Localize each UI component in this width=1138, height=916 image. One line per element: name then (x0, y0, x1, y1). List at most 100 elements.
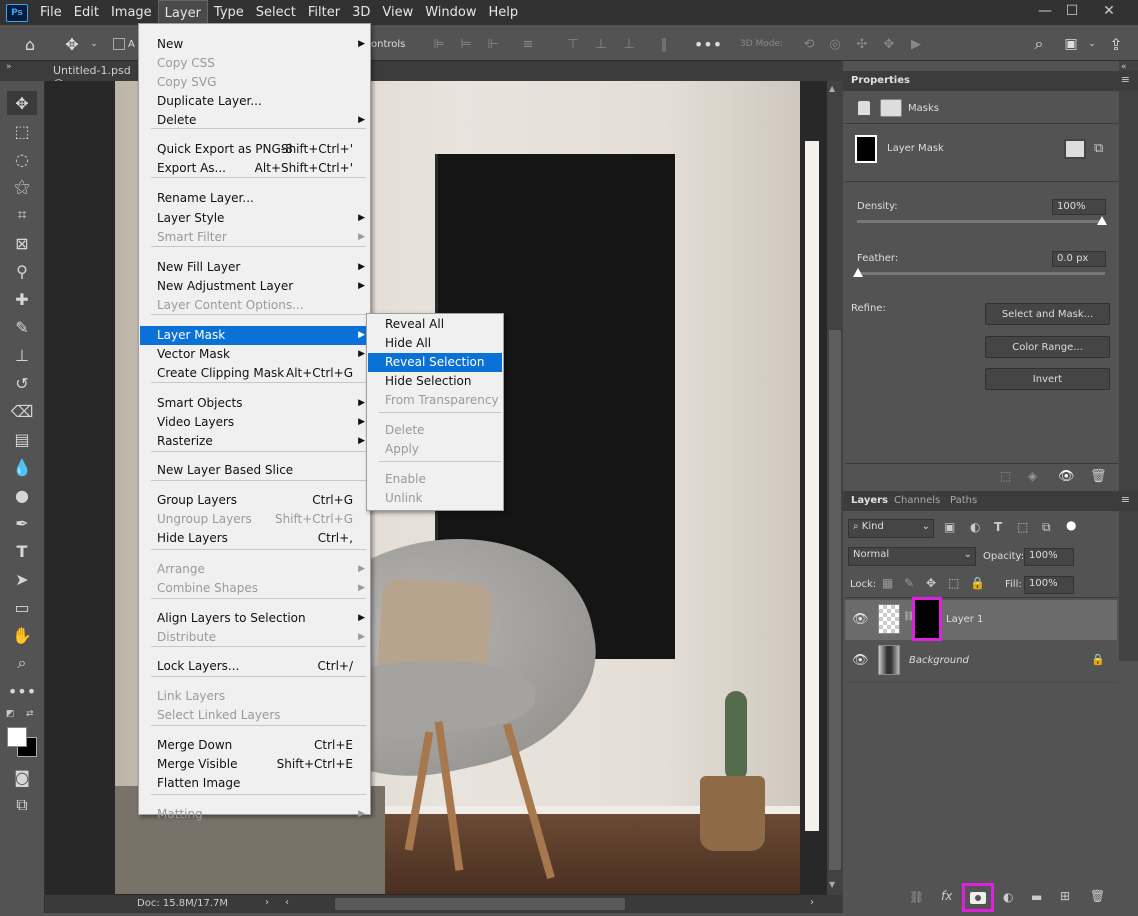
scroll-left-icon[interactable]: ‹ (285, 897, 289, 908)
menu-edit[interactable]: Edit (68, 0, 105, 25)
menu-type[interactable]: Type (208, 0, 250, 25)
align-right-icon[interactable]: ⊩ (484, 32, 502, 56)
align-bottom-icon[interactable]: ⊥ (620, 32, 638, 56)
tab-paths[interactable]: Paths (950, 495, 977, 506)
path-select-icon[interactable]: ➤ (7, 567, 37, 591)
feather-slider-handle[interactable] (853, 268, 863, 277)
layers-panel-menu-icon[interactable]: ≡ (1121, 493, 1130, 506)
menu-item-rename-layer[interactable]: Rename Layer... (140, 189, 371, 208)
add-layer-mask-button[interactable] (962, 883, 994, 912)
screen-mode-icon[interactable]: ⧉ (7, 793, 37, 817)
properties-tab[interactable]: Properties (851, 75, 910, 86)
menu-view[interactable]: View (376, 0, 419, 25)
select-and-mask-button[interactable]: Select and Mask... (985, 303, 1110, 325)
marquee-tool-icon[interactable]: ⬚ (7, 119, 37, 143)
density-slider-handle[interactable] (1097, 216, 1107, 225)
blur-tool-icon[interactable]: 💧 (7, 455, 37, 479)
lock-artboard-icon[interactable]: ⬚ (948, 576, 959, 590)
menu-filter[interactable]: Filter (302, 0, 346, 25)
magic-wand-icon[interactable]: ⚝ (7, 175, 37, 199)
lasso-tool-icon[interactable]: ◌ (7, 147, 37, 171)
menu-item-lock-layers[interactable]: Lock Layers... Ctrl+/ (140, 657, 371, 676)
foreground-color-swatch[interactable] (7, 727, 27, 747)
menu-item-group-layers[interactable]: Group Layers Ctrl+G (140, 491, 371, 510)
lock-position-icon[interactable]: ✥ (926, 576, 936, 590)
panel-menu-icon[interactable]: ≡ (1121, 73, 1130, 86)
dodge-tool-icon[interactable]: ● (7, 483, 37, 507)
color-range-button[interactable]: Color Range... (985, 336, 1110, 358)
quick-mask-icon[interactable]: ◙ (7, 765, 37, 789)
menu-item-merge-visible[interactable]: Merge Visible Shift+Ctrl+E (140, 755, 371, 774)
collapse-toolbar-icon[interactable]: » (6, 62, 12, 72)
zoom-tool-icon[interactable]: ⌕ (7, 651, 37, 675)
swap-colors-icon[interactable]: ⇄ (26, 709, 34, 719)
layer-mask-thumbnail[interactable] (912, 597, 942, 641)
menu-item-new[interactable]: New ▶ (140, 35, 371, 54)
menu-item-video-layers[interactable]: Video Layers ▶ (140, 413, 371, 432)
new-group-icon[interactable]: ▬ (1031, 890, 1042, 904)
submenu-item-reveal-all[interactable]: Reveal All (368, 315, 502, 334)
eyedropper-icon[interactable]: ⚲ (7, 259, 37, 283)
3d-scale-icon[interactable]: ▶ (907, 32, 925, 56)
link-layers-icon[interactable]: ⛓ (909, 890, 924, 904)
scroll-down-icon[interactable]: ▼ (829, 880, 835, 889)
filter-shape-icon[interactable]: ⬚ (1017, 520, 1028, 534)
layer-name[interactable]: Background (909, 655, 969, 666)
delete-layer-icon[interactable]: 🗑 (1090, 889, 1105, 903)
visibility-toggle-icon[interactable]: 👁 (1058, 469, 1075, 484)
menu-item-align-layers-to-selection[interactable]: Align Layers to Selection ▶ (140, 609, 371, 628)
maximize-icon[interactable]: ☐ (1055, 0, 1089, 22)
feather-input[interactable]: 0.0 px (1052, 251, 1106, 267)
menu-3d[interactable]: 3D (346, 0, 376, 25)
lock-all-icon[interactable]: 🔒 (970, 576, 985, 590)
mask-icon[interactable] (880, 99, 902, 117)
menu-item-duplicate-layer[interactable]: Duplicate Layer... (140, 92, 371, 111)
filter-pixel-icon[interactable]: ▣ (944, 520, 955, 534)
adjustment-layer-icon[interactable]: ◐ (1003, 890, 1013, 904)
menu-layer[interactable]: Layer (157, 0, 208, 25)
select-pixel-mask-icon[interactable] (1064, 139, 1086, 159)
menu-item-layer-mask[interactable]: Layer Mask ▶ (140, 326, 371, 345)
fx-icon[interactable]: fx (941, 889, 952, 903)
tab-layers[interactable]: Layers (851, 495, 888, 506)
menu-item-merge-down[interactable]: Merge Down Ctrl+E (140, 736, 371, 755)
scroll-right-icon[interactable]: › (810, 897, 814, 908)
menu-item-vector-mask[interactable]: Vector Mask ▶ (140, 345, 371, 364)
blend-mode-select[interactable]: Normal ⌄ (848, 547, 976, 566)
invert-button[interactable]: Invert (985, 368, 1110, 390)
density-input[interactable]: 100% (1052, 199, 1106, 215)
new-layer-icon[interactable]: ⊞ (1060, 889, 1070, 903)
menu-item-new-fill-layer[interactable]: New Fill Layer ▶ (140, 258, 371, 277)
filter-toggle-icon[interactable]: ● (1066, 518, 1076, 532)
distribute-vertical-icon[interactable]: ‖ (655, 32, 673, 56)
frame-tool-icon[interactable]: ⊠ (7, 231, 37, 255)
menu-item-new-adjustment-layer[interactable]: New Adjustment Layer ▶ (140, 277, 371, 296)
menu-item-layer-style[interactable]: Layer Style ▶ (140, 209, 371, 228)
3d-rotate-icon[interactable]: ⟲ (800, 32, 818, 56)
share-icon[interactable]: ⇪ (1105, 32, 1127, 56)
layer-row-background[interactable]: 👁 Background 🔒 (845, 641, 1117, 681)
workspace-chevron-icon[interactable]: ⌄ (1085, 32, 1099, 56)
stamp-tool-icon[interactable]: ⊥ (7, 343, 37, 367)
menu-help[interactable]: Help (483, 0, 525, 25)
visibility-eye-icon[interactable]: 👁 (852, 653, 869, 668)
menu-select[interactable]: Select (250, 0, 302, 25)
density-slider[interactable] (857, 220, 1105, 223)
brush-tool-icon[interactable]: ✎ (7, 315, 37, 339)
auto-select-checkbox[interactable] (113, 38, 125, 50)
menu-item-flatten-image[interactable]: Flatten Image (140, 774, 371, 793)
submenu-item-hide-selection[interactable]: Hide Selection (368, 372, 502, 391)
menu-item-new-layer-based-slice[interactable]: New Layer Based Slice (140, 461, 371, 480)
align-center-icon[interactable]: ⊨ (457, 32, 475, 56)
healing-brush-icon[interactable]: ✚ (7, 287, 37, 311)
history-brush-icon[interactable]: ↺ (7, 371, 37, 395)
lock-pixels-icon[interactable]: ✎ (904, 576, 914, 590)
menu-item-hide-layers[interactable]: Hide Layers Ctrl+, (140, 529, 371, 548)
gradient-tool-icon[interactable]: ▤ (7, 427, 37, 451)
fill-input[interactable]: 100% (1024, 576, 1074, 594)
layer-row-layer1[interactable]: 👁 ⛓ Layer 1 (845, 597, 1117, 641)
submenu-item-reveal-selection[interactable]: Reveal Selection (368, 353, 502, 372)
align-top-icon[interactable]: ⊤ (564, 32, 582, 56)
menu-item-export-as[interactable]: Export As... Alt+Shift+Ctrl+' (140, 159, 371, 178)
document-tab[interactable]: Untitled-1.psd @ (45, 61, 140, 90)
